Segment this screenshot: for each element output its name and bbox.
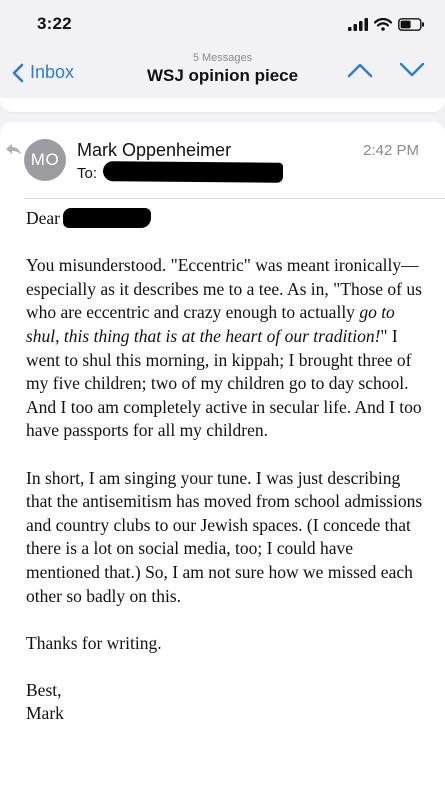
paragraph-1: You misunderstood. "Eccentric" was meant… — [26, 254, 426, 443]
chevron-up-icon[interactable] — [347, 62, 373, 78]
recipient-label: To: — [77, 165, 98, 182]
message-navigation — [347, 62, 425, 78]
paragraph-3: Thanks for writing. — [26, 632, 162, 653]
recipient-redaction — [102, 161, 284, 183]
cellular-signal-icon — [348, 17, 368, 31]
reply-icon — [6, 144, 21, 155]
signoff-block: Best, Mark — [26, 679, 426, 726]
message-body: Dear You misunderstood. "Eccentric" was … — [26, 207, 426, 726]
message-timestamp: 2:42 PM — [363, 142, 419, 159]
battery-icon — [398, 17, 424, 31]
status-time: 3:22 — [37, 14, 72, 33]
name-redaction — [63, 208, 152, 228]
signoff: Best, — [26, 679, 62, 700]
status-icons — [348, 16, 425, 32]
status-bar: 3:22 — [0, 0, 445, 48]
avatar[interactable]: MO — [24, 139, 66, 181]
greeting: Dear — [26, 208, 61, 228]
sender-name[interactable]: Mark Oppenheimer — [77, 140, 231, 161]
previous-message-card[interactable] — [0, 98, 445, 112]
chevron-down-icon[interactable] — [399, 62, 425, 78]
wifi-icon — [374, 17, 392, 31]
message-card: MO Mark Oppenheimer To: 2:42 PM Dear You… — [0, 122, 445, 812]
greeting-line: Dear — [26, 207, 426, 231]
navigation-bar: Inbox 5 Messages WSJ opinion piece — [0, 48, 445, 98]
paragraph-2: In short, I am singing your tune. I was … — [26, 467, 423, 606]
signature: Mark — [26, 703, 64, 724]
header-divider — [24, 198, 445, 199]
